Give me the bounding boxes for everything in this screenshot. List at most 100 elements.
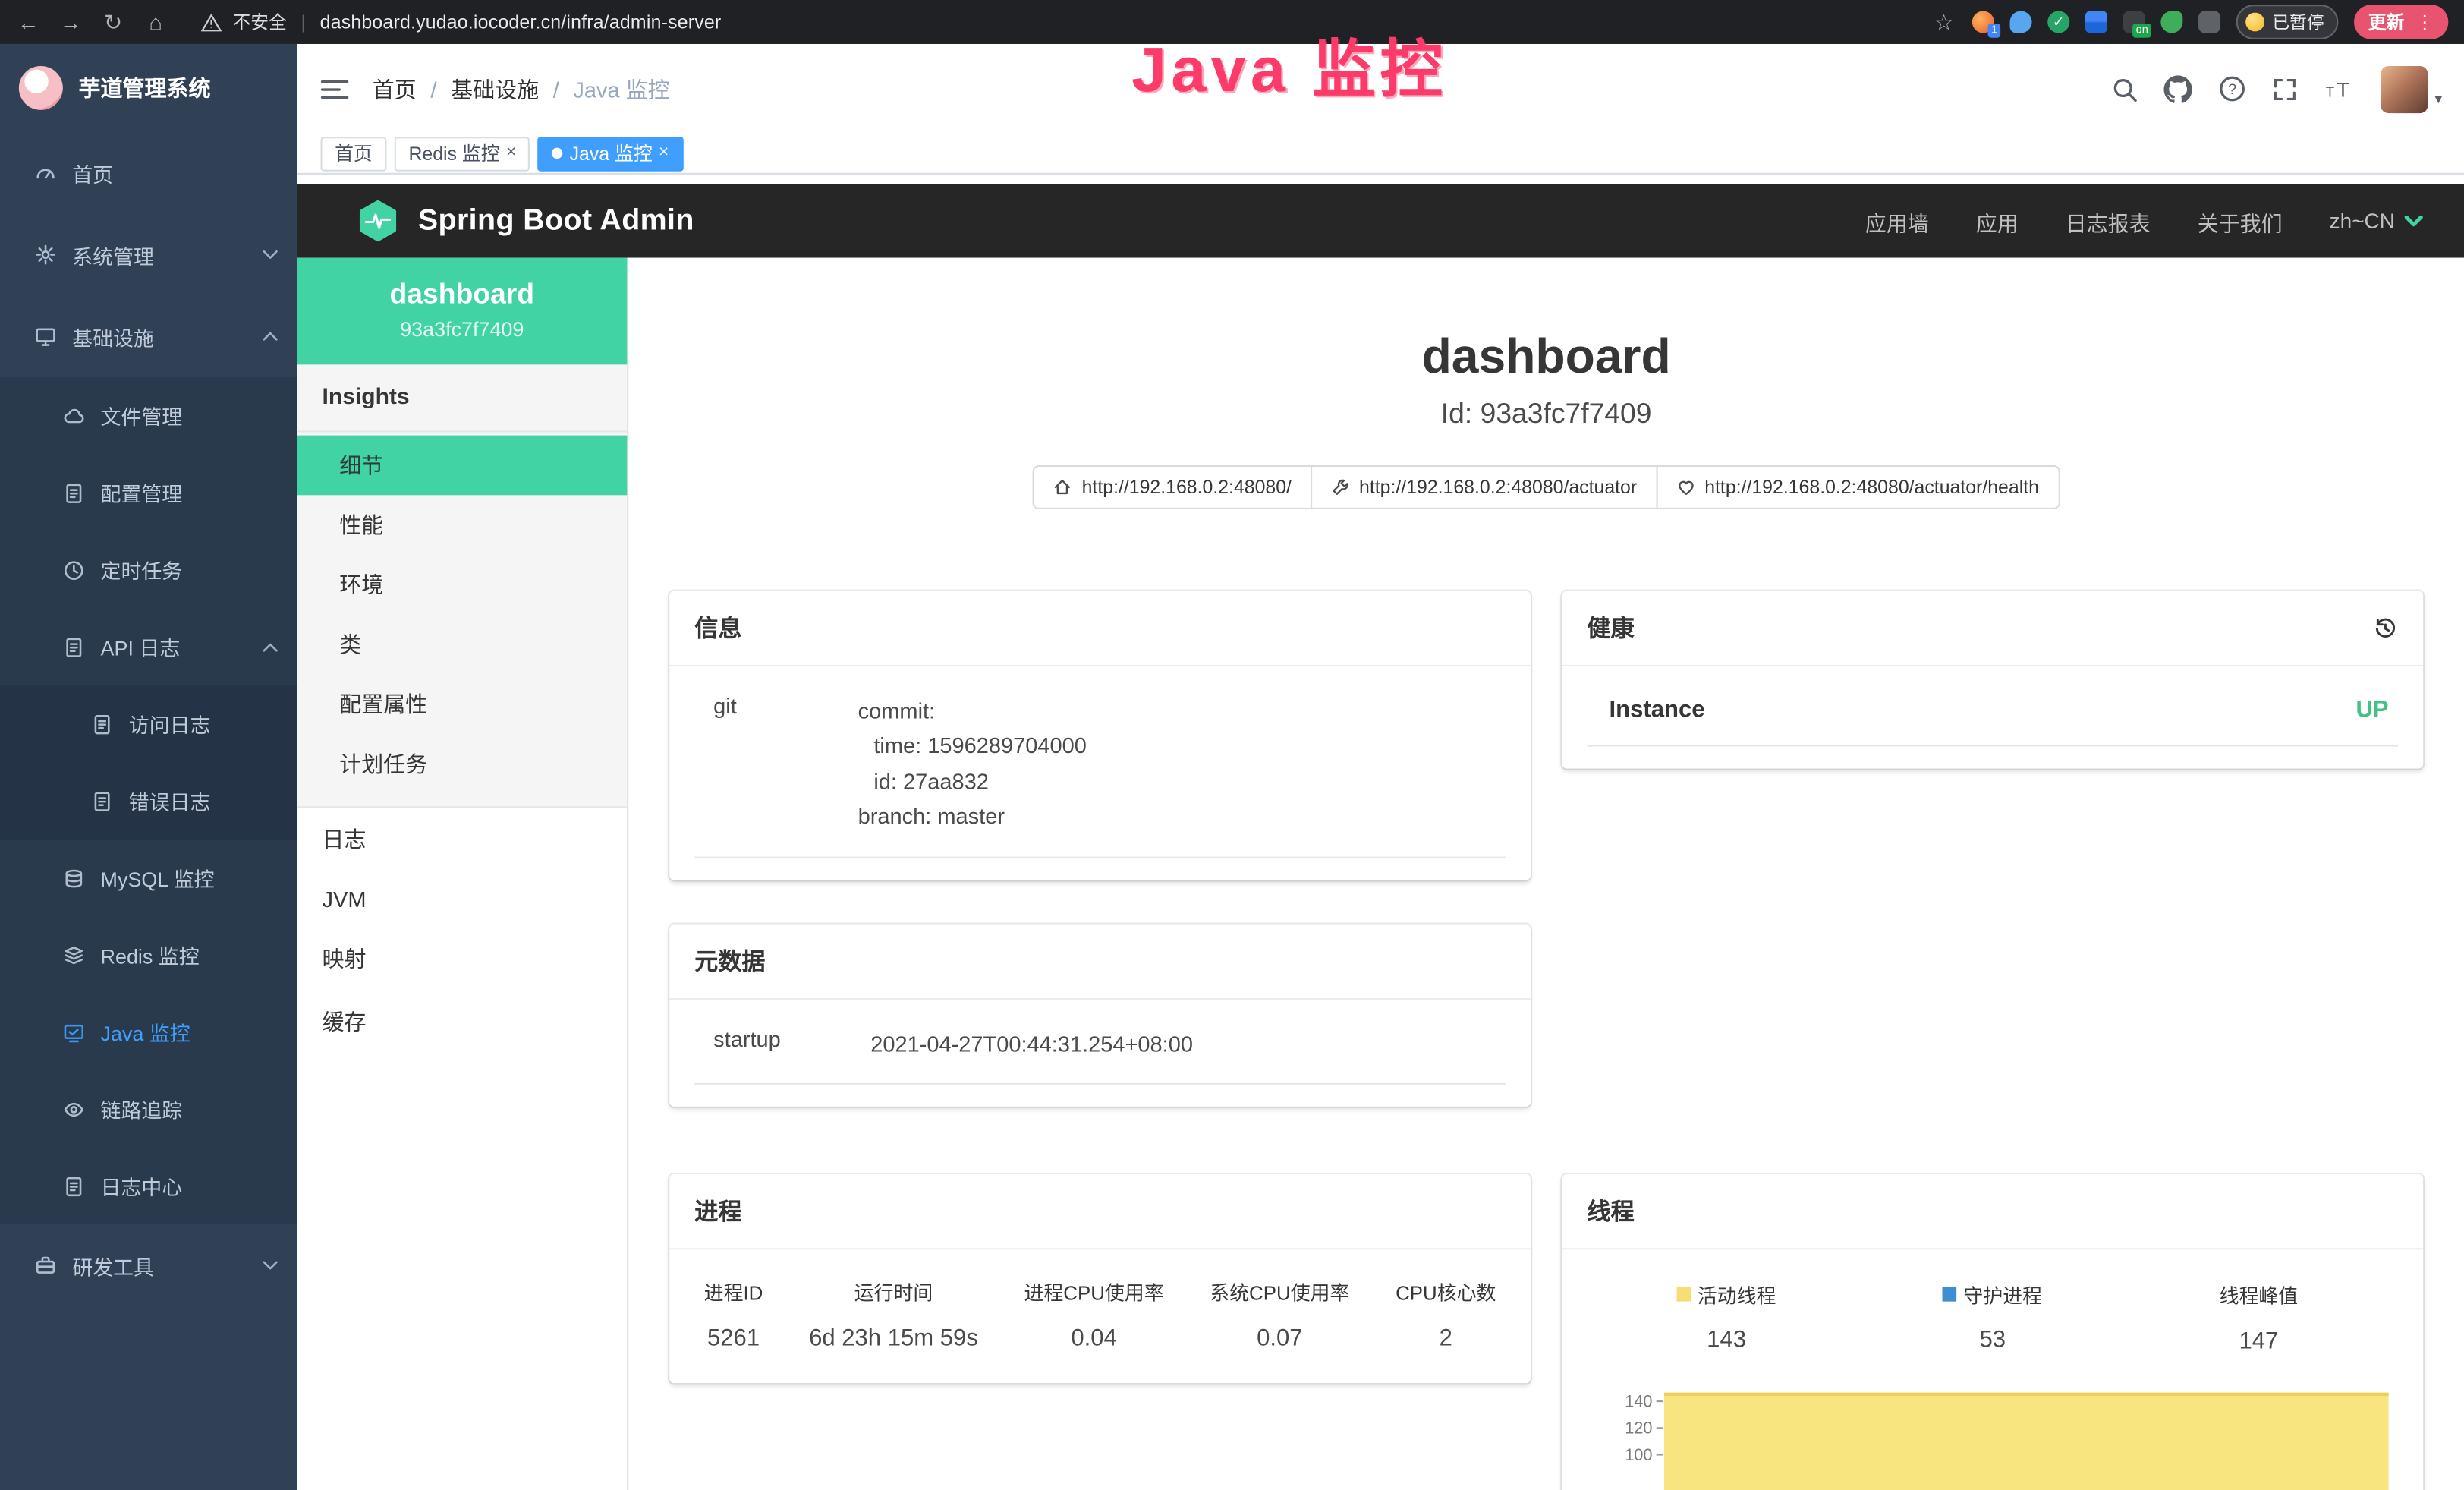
extension-icon-orange[interactable]: 1 (1972, 11, 1994, 33)
sidebar-item-redis-monitor[interactable]: Redis 监控 (0, 916, 297, 993)
sidebar-section-insights: Insights (297, 364, 627, 432)
instance-header[interactable]: dashboard 93a3fc7f7409 (297, 258, 627, 365)
sidebar-item-files[interactable]: 文件管理 (0, 377, 297, 454)
sidebar-item-dev-tools[interactable]: 研发工具 (0, 1224, 297, 1306)
home-icon[interactable]: ⌂ (143, 11, 168, 33)
sba-item-classes[interactable]: 类 (297, 615, 627, 675)
sba-nav-wallboard[interactable]: 应用墙 (1865, 205, 1929, 236)
sidebar-item-log-center[interactable]: 日志中心 (0, 1148, 297, 1224)
browser-extensions-area: ☆ 1 ✓ on 已暂停 更新 ⋮ (1931, 5, 2448, 39)
sidebar-item-home[interactable]: 首页 (0, 132, 297, 214)
log-icon (91, 790, 113, 812)
sba-nav-applications[interactable]: 应用 (1976, 205, 2019, 236)
tab-home[interactable]: 首页 (320, 136, 386, 171)
paused-label: 已暂停 (2272, 9, 2324, 34)
process-col-proc-cpu: 进程CPU使用率 0.04 (1024, 1277, 1164, 1352)
instance-id: 93a3fc7f7409 (310, 317, 615, 341)
threads-chart: 140 120 100 (1588, 1381, 2399, 1490)
process-col-sys-cpu: 系统CPU使用率 0.07 (1210, 1277, 1349, 1352)
extension-icon-leaf[interactable] (2160, 11, 2182, 33)
sidebar-item-config[interactable]: 配置管理 (0, 454, 297, 531)
sidebar-item-access-logs[interactable]: 访问日志 (0, 685, 297, 762)
font-size-icon[interactable]: TT (2325, 76, 2355, 101)
sidebar-item-java-monitor[interactable]: Java 监控 (0, 994, 297, 1070)
process-card-title: 进程 (669, 1174, 1531, 1249)
gear-icon (35, 244, 57, 266)
app-header: 首页 / 基础设施 / Java 监控 ? TT ▾ (297, 44, 2464, 134)
help-icon[interactable]: ? (2220, 75, 2246, 102)
gauge-icon (35, 162, 57, 184)
chevron-up-icon (263, 642, 278, 651)
tab-java-monitor[interactable]: Java 监控 × (538, 136, 683, 171)
locale-selector[interactable]: zh~CN (2330, 209, 2424, 232)
sba-item-metrics[interactable]: 性能 (297, 495, 627, 555)
sba-item-scheduled-tasks[interactable]: 计划任务 (297, 734, 627, 794)
process-card: 进程 进程ID 5261 运行时间 6d 23h 15m 59s (669, 1174, 1531, 1383)
chart-y-axis: 140 120 100 (1625, 1388, 1662, 1490)
breadcrumb-infra[interactable]: 基础设施 (451, 73, 539, 104)
sidebar-item-mysql-monitor[interactable]: MySQL 监控 (0, 840, 297, 916)
sba-nav-journal[interactable]: 日志报表 (2066, 205, 2151, 236)
update-button[interactable]: 更新 ⋮ (2354, 5, 2448, 39)
sba-nav-about[interactable]: 关于我们 (2198, 205, 2283, 236)
threads-card: 线程 活动线程 143 守护进程 53 (1562, 1174, 2423, 1490)
service-url-button[interactable]: http://192.168.0.2:48080/ (1033, 465, 1311, 509)
instance-name: dashboard (310, 279, 615, 311)
sidebar-item-error-logs[interactable]: 错误日志 (0, 762, 297, 839)
bookmark-star-icon[interactable]: ☆ (1931, 11, 1956, 33)
app-logo[interactable]: 芋道管理系统 (0, 44, 297, 132)
sba-item-mappings[interactable]: 映射 (297, 928, 627, 991)
close-icon[interactable]: × (659, 145, 669, 162)
sba-item-jvm[interactable]: JVM (297, 871, 627, 928)
user-menu[interactable]: ▾ (2381, 65, 2442, 112)
forward-icon[interactable]: → (58, 11, 83, 33)
url-text[interactable]: dashboard.yudao.iocoder.cn/infra/admin-s… (320, 11, 722, 33)
address-bar[interactable]: 不安全 | dashboard.yudao.iocoder.cn/infra/a… (201, 9, 721, 34)
sidebar-item-tracing[interactable]: 链路追踪 (0, 1070, 297, 1147)
sba-item-config-props[interactable]: 配置属性 (297, 674, 627, 734)
sidebar-item-system[interactable]: 系统管理 (0, 214, 297, 296)
info-row-git: git commit: time: 1596289704000 id: 27aa… (694, 690, 1506, 858)
legend-swatch-blue-icon (1943, 1287, 1958, 1302)
sba-item-logs[interactable]: 日志 (297, 808, 627, 871)
sidebar-item-scheduled-jobs[interactable]: 定时任务 (0, 531, 297, 608)
fullscreen-icon[interactable] (2273, 76, 2298, 101)
sidebar-item-api-logs[interactable]: API 日志 (0, 608, 297, 685)
close-icon[interactable]: × (506, 145, 516, 162)
sidebar-item-infra[interactable]: 基础设施 (0, 295, 297, 377)
extensions-puzzle-icon[interactable] (2198, 11, 2220, 33)
home-icon (1053, 478, 1072, 497)
avatar[interactable] (2381, 65, 2428, 112)
sba-item-details[interactable]: 细节 (297, 436, 627, 496)
threads-legend: 活动线程 143 守护进程 53 线程峰值 147 (1588, 1273, 2399, 1355)
caret-down-icon: ▾ (2435, 90, 2442, 112)
sba-brand[interactable]: Spring Boot Admin (418, 203, 694, 238)
extension-icon-grid[interactable] (2085, 11, 2107, 33)
breadcrumb-home[interactable]: 首页 (373, 73, 417, 104)
github-icon[interactable] (2164, 74, 2192, 102)
active-dot-icon (552, 148, 563, 159)
reload-icon[interactable]: ↻ (101, 11, 126, 33)
extension-icon-check[interactable]: ✓ (2047, 11, 2069, 33)
kebab-menu-icon[interactable]: ⋮ (2415, 11, 2434, 33)
actuator-url-button[interactable]: http://192.168.0.2:48080/actuator (1311, 465, 1657, 509)
tab-redis-monitor[interactable]: Redis 监控 × (395, 136, 530, 171)
search-icon[interactable] (2113, 76, 2138, 101)
extension-icon-proxy[interactable]: on (2123, 11, 2145, 33)
hamburger-icon[interactable] (297, 78, 372, 100)
sba-logo-icon (357, 200, 399, 242)
history-icon[interactable] (2373, 616, 2398, 641)
health-instance-row: Instance UP (1588, 690, 2399, 747)
sba-item-environment[interactable]: 环境 (297, 555, 627, 615)
sba-main: dashboard Id: 93a3fc7f7409 http://192.16… (628, 258, 2464, 1490)
briefcase-icon (35, 1254, 57, 1276)
extension-icon-drop[interactable] (2010, 11, 2032, 33)
sba-frame: Spring Boot Admin 应用墙 应用 日志报表 关于我们 zh~CN… (297, 184, 2464, 1490)
paused-button[interactable]: 已暂停 (2236, 5, 2339, 39)
divider: | (301, 11, 306, 33)
back-icon[interactable]: ← (16, 11, 41, 33)
health-url-button[interactable]: http://192.168.0.2:48080/actuator/health (1656, 465, 2060, 509)
legend-swatch-yellow-icon (1677, 1287, 1691, 1302)
sba-item-caches[interactable]: 缓存 (297, 991, 627, 1054)
sba-navbar: Spring Boot Admin 应用墙 应用 日志报表 关于我们 zh~CN (297, 184, 2464, 257)
